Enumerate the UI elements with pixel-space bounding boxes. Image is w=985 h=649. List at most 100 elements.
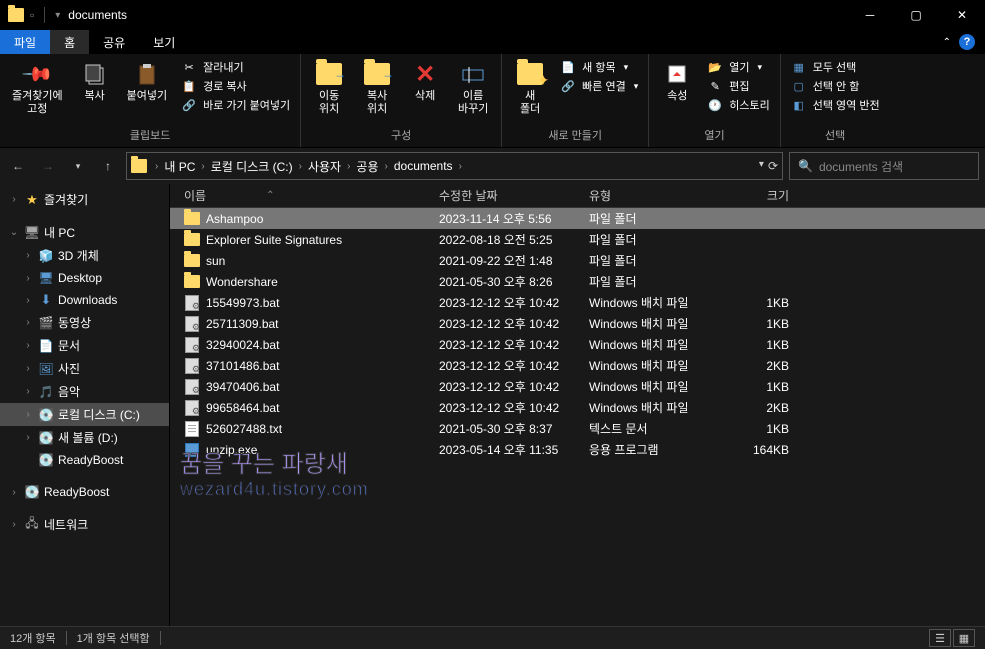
file-row[interactable]: 32940024.bat2023-12-12 오후 10:42Windows 배…	[170, 334, 985, 355]
col-date[interactable]: 수정한 날짜	[439, 187, 589, 204]
help-icon[interactable]: ?	[959, 34, 975, 50]
addr-dropdown-icon[interactable]: ▾	[759, 159, 764, 173]
file-date: 2023-12-12 오후 10:42	[439, 336, 589, 353]
tree-pictures[interactable]: ›🖼사진	[0, 357, 169, 380]
tree-videos[interactable]: ›🎬동영상	[0, 311, 169, 334]
view-icons-button[interactable]: ▦	[953, 629, 975, 647]
rename-button[interactable]: 이름 바꾸기	[451, 56, 495, 120]
tab-view[interactable]: 보기	[139, 30, 189, 54]
chevron-icon[interactable]: ›	[297, 161, 304, 172]
tree-this-pc[interactable]: ⌄🖥내 PC	[0, 221, 169, 244]
crumb-disk[interactable]: 로컬 디스크 (C:)	[207, 158, 297, 175]
file-name: 526027488.txt	[206, 422, 439, 436]
tree-new-volume[interactable]: ›💽새 볼륨 (D:)	[0, 426, 169, 449]
crumb-current[interactable]: documents	[390, 159, 457, 173]
file-size: 1KB	[729, 317, 809, 331]
chevron-icon[interactable]: ›	[153, 161, 160, 172]
copy-to-button[interactable]: → 복사 위치	[355, 56, 399, 120]
cut-button[interactable]: ✂잘라내기	[177, 58, 294, 76]
col-name[interactable]: 이름⌃	[184, 187, 439, 204]
delete-button[interactable]: ✕ 삭제	[403, 56, 447, 107]
open-button[interactable]: 📂열기▾	[703, 58, 773, 76]
chevron-icon[interactable]: ›	[345, 161, 352, 172]
collapse-ribbon-icon[interactable]: ⌃	[943, 37, 951, 48]
file-row[interactable]: Ashampoo2023-11-14 오후 5:56파일 폴더	[170, 208, 985, 229]
file-type: Windows 배치 파일	[589, 399, 729, 416]
tree-network[interactable]: ›🖧네트워크	[0, 513, 169, 536]
close-button[interactable]: ✕	[939, 0, 985, 30]
file-row[interactable]: unzip.exe2023-05-14 오후 11:35응용 프로그램164KB	[170, 439, 985, 460]
tree-local-disk[interactable]: ›💽로컬 디스크 (C:)	[0, 403, 169, 426]
tree-favorites[interactable]: ›★즐겨찾기	[0, 188, 169, 211]
file-date: 2023-12-12 오후 10:42	[439, 378, 589, 395]
up-button[interactable]: ↑	[96, 154, 120, 178]
edit-button[interactable]: ✎편집	[703, 77, 773, 95]
file-row[interactable]: 39470406.bat2023-12-12 오후 10:42Windows 배…	[170, 376, 985, 397]
tree-music[interactable]: ›🎵음악	[0, 380, 169, 403]
tree-documents[interactable]: ›📄문서	[0, 334, 169, 357]
tree-desktop[interactable]: ›🖥Desktop	[0, 267, 169, 289]
select-all-button[interactable]: ▦모두 선택	[787, 58, 884, 76]
file-row[interactable]: 25711309.bat2023-12-12 오후 10:42Windows 배…	[170, 313, 985, 334]
tab-file[interactable]: 파일	[0, 30, 50, 54]
bat-icon	[184, 379, 200, 395]
back-button[interactable]: ←	[6, 154, 30, 178]
file-row[interactable]: 99658464.bat2023-12-12 오후 10:42Windows 배…	[170, 397, 985, 418]
refresh-icon[interactable]: ⟳	[768, 159, 778, 173]
copyto-icon: →	[364, 63, 390, 85]
navbar: ← → ▾ ↑ › 내 PC › 로컬 디스크 (C:) › 사용자 › 공용 …	[0, 148, 985, 184]
col-size[interactable]: 크기	[729, 187, 809, 204]
pin-favorites-button[interactable]: 📌 즐겨찾기에 고정	[6, 56, 69, 120]
crumb-public[interactable]: 공용	[352, 158, 382, 175]
file-type: 파일 폴더	[589, 231, 729, 248]
forward-button[interactable]: →	[36, 154, 60, 178]
file-row[interactable]: Wondershare2021-05-30 오후 8:26파일 폴더	[170, 271, 985, 292]
tree-readyboost1[interactable]: 💽ReadyBoost	[0, 449, 169, 471]
recent-dropdown[interactable]: ▾	[66, 154, 90, 178]
open-group-label: 열기	[655, 125, 773, 145]
easy-access-button[interactable]: 🔗빠른 연결▾	[556, 77, 642, 95]
address-bar[interactable]: › 내 PC › 로컬 디스크 (C:) › 사용자 › 공용 › docume…	[126, 152, 783, 180]
copy-path-button[interactable]: 📋경로 복사	[177, 77, 294, 95]
file-row[interactable]: sun2021-09-22 오전 1:48파일 폴더	[170, 250, 985, 271]
maximize-button[interactable]: ▢	[893, 0, 939, 30]
videos-icon: 🎬	[38, 315, 54, 331]
sort-icon: ⌃	[266, 190, 274, 201]
search-input[interactable]: 🔍 documents 검색	[789, 152, 979, 180]
move-to-button[interactable]: → 이동 위치	[307, 56, 351, 120]
select-none-button[interactable]: ▢선택 안 함	[787, 77, 884, 95]
file-row[interactable]: 526027488.txt2021-05-30 오후 8:37텍스트 문서1KB	[170, 418, 985, 439]
col-type[interactable]: 유형	[589, 187, 729, 204]
paste-button[interactable]: 붙여넣기	[121, 56, 173, 107]
tree-downloads[interactable]: ›⬇Downloads	[0, 289, 169, 311]
qat-dropdown[interactable]: ▾	[55, 10, 60, 21]
search-icon: 🔍	[798, 159, 813, 173]
chevron-icon[interactable]: ›	[383, 161, 390, 172]
file-date: 2023-12-12 오후 10:42	[439, 399, 589, 416]
qat-save-icon[interactable]: ▫	[30, 8, 34, 22]
history-button[interactable]: 🕐히스토리	[703, 96, 773, 114]
tree-3d-objects[interactable]: ›🧊3D 개체	[0, 244, 169, 267]
invert-selection-button[interactable]: ◧선택 영역 반전	[787, 96, 884, 114]
file-row[interactable]: 15549973.bat2023-12-12 오후 10:42Windows 배…	[170, 292, 985, 313]
new-group-label: 새로 만들기	[508, 125, 642, 145]
copy-button[interactable]: 복사	[73, 56, 117, 107]
view-details-button[interactable]: ☰	[929, 629, 951, 647]
new-folder-button[interactable]: ✦ 새 폴더	[508, 56, 552, 120]
chevron-icon[interactable]: ›	[199, 161, 206, 172]
crumb-pc[interactable]: 내 PC	[160, 158, 199, 175]
downloads-icon: ⬇	[38, 292, 54, 308]
file-row[interactable]: 37101486.bat2023-12-12 오후 10:42Windows 배…	[170, 355, 985, 376]
crumb-users[interactable]: 사용자	[304, 158, 345, 175]
minimize-button[interactable]: ─	[847, 0, 893, 30]
file-row[interactable]: Explorer Suite Signatures2022-08-18 오전 5…	[170, 229, 985, 250]
pictures-icon: 🖼	[38, 361, 54, 377]
properties-button[interactable]: 속성	[655, 56, 699, 107]
new-item-button[interactable]: 📄새 항목▾	[556, 58, 642, 76]
tab-home[interactable]: 홈	[50, 30, 89, 54]
file-size: 2KB	[729, 401, 809, 415]
tree-readyboost2[interactable]: ›💽ReadyBoost	[0, 481, 169, 503]
paste-shortcut-button[interactable]: 🔗바로 가기 붙여넣기	[177, 96, 294, 114]
tab-share[interactable]: 공유	[89, 30, 139, 54]
chevron-icon[interactable]: ›	[457, 161, 464, 172]
